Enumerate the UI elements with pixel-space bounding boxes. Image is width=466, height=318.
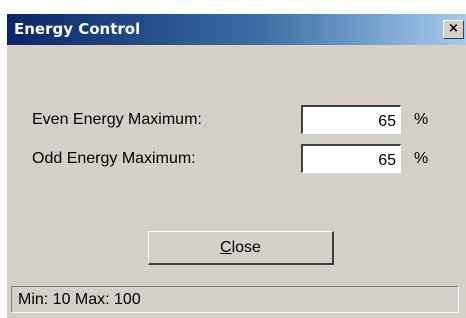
close-button-mnemonic: C: [220, 238, 232, 256]
odd-energy-unit: %: [414, 150, 429, 167]
odd-energy-input[interactable]: [301, 144, 401, 173]
close-window-button[interactable]: ×: [443, 20, 464, 39]
status-bar: Min: 10 Max: 100: [11, 286, 459, 313]
status-text: Min: 10 Max: 100: [18, 291, 141, 308]
title-bar[interactable]: Energy Control ×: [7, 14, 466, 45]
close-button-label: lose: [231, 238, 261, 256]
even-energy-unit: %: [414, 111, 429, 128]
window-title: Energy Control: [14, 20, 141, 38]
even-energy-label: Even Energy Maximum:: [32, 111, 202, 128]
odd-energy-label: Odd Energy Maximum:: [32, 150, 196, 167]
even-energy-input[interactable]: [301, 105, 401, 134]
energy-control-dialog: Energy Control × Even Energy Maximum: % …: [7, 14, 466, 318]
close-icon: ×: [448, 21, 459, 36]
close-button[interactable]: Close: [148, 231, 334, 265]
